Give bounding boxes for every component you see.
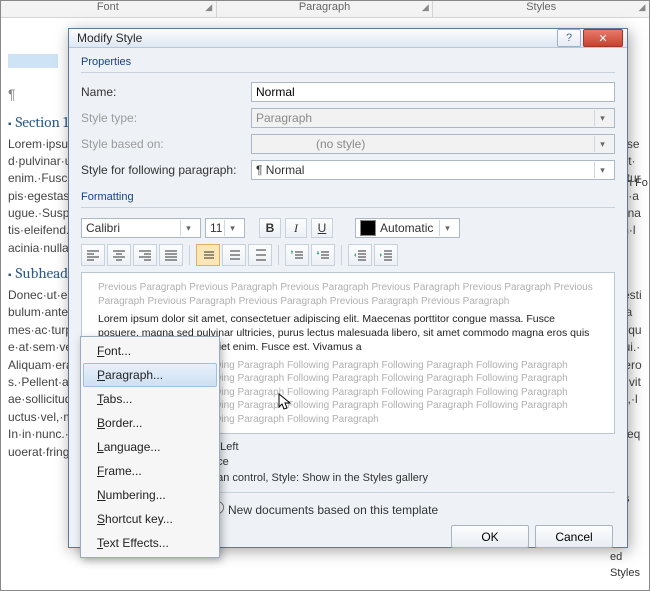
line-spacing-1.5-button[interactable]	[222, 244, 246, 266]
chevron-down-icon[interactable]: ▾	[180, 220, 196, 236]
para-space-increase-button[interactable]	[285, 244, 309, 266]
format-menu-item[interactable]: Paragraph...	[83, 363, 217, 387]
chevron-down-icon: ▾	[594, 136, 610, 152]
dialog-titlebar[interactable]: Modify Style ? ✕	[69, 29, 627, 48]
format-menu-item[interactable]: Font...	[83, 339, 217, 363]
ribbon-groups: Font◢ Paragraph◢ Styles◢	[0, 0, 650, 18]
ribbon-group-styles: Styles◢	[433, 0, 650, 17]
ok-button[interactable]: OK	[451, 525, 529, 548]
align-left-button[interactable]	[81, 244, 105, 266]
format-menu-item[interactable]: Numbering...	[83, 483, 217, 507]
dialog-launcher-icon[interactable]: ◢	[204, 2, 214, 12]
format-menu-item[interactable]: Shortcut key...	[83, 507, 217, 531]
chevron-down-icon[interactable]: ▾	[224, 220, 240, 236]
properties-section-label: Properties	[81, 56, 615, 68]
format-menu-popup: Font...Paragraph...Tabs...Border...Langu…	[80, 336, 220, 558]
format-menu-item[interactable]: Language...	[83, 435, 217, 459]
radio-new-documents[interactable]: New documents based on this template	[211, 501, 438, 517]
align-center-button[interactable]	[107, 244, 131, 266]
format-menu-item[interactable]: Frame...	[83, 459, 217, 483]
cancel-button[interactable]: Cancel	[535, 525, 613, 548]
align-justify-button[interactable]	[159, 244, 183, 266]
line-spacing-1-button[interactable]	[196, 244, 220, 266]
preview-ghost-before: Previous Paragraph Previous Paragraph Pr…	[98, 281, 598, 308]
format-menu-item[interactable]: Border...	[83, 411, 217, 435]
font-family-combo[interactable]: Calibri▾	[81, 218, 201, 238]
format-menu-item[interactable]: Tabs...	[83, 387, 217, 411]
line-spacing-2-button[interactable]	[248, 244, 272, 266]
format-menu-item[interactable]: Text Effects...	[83, 531, 217, 555]
color-swatch-icon	[360, 220, 376, 236]
align-right-button[interactable]	[133, 244, 157, 266]
name-label: Name:	[81, 85, 251, 99]
help-button[interactable]: ?	[557, 29, 581, 47]
pilcrow-icon: ¶	[8, 86, 16, 102]
formatting-section-label: Formatting	[81, 191, 615, 203]
para-space-decrease-button[interactable]	[311, 244, 335, 266]
ribbon-group-paragraph: Paragraph◢	[217, 0, 434, 17]
ribbon-group-font: Font◢	[0, 0, 217, 17]
font-color-combo[interactable]: Automatic▾	[355, 218, 460, 238]
style-type-combo: Paragraph▾	[251, 108, 615, 128]
style-based-on-combo: (no style)▾	[251, 134, 615, 154]
style-based-on-label: Style based on:	[81, 137, 251, 151]
style-type-label: Style type:	[81, 111, 251, 125]
font-size-combo[interactable]: 11▾	[205, 218, 245, 238]
indent-decrease-button[interactable]	[348, 244, 372, 266]
name-input[interactable]	[251, 82, 615, 102]
close-button[interactable]: ✕	[583, 29, 623, 47]
chevron-down-icon[interactable]: ▾	[594, 162, 610, 178]
chevron-down-icon[interactable]: ▾	[439, 220, 455, 236]
indent-increase-button[interactable]	[374, 244, 398, 266]
dialog-launcher-icon[interactable]: ◢	[420, 2, 430, 12]
italic-button[interactable]: I	[285, 218, 307, 238]
bold-button[interactable]: B	[259, 218, 281, 238]
style-following-label: Style for following paragraph:	[81, 163, 251, 177]
dialog-title: Modify Style	[77, 31, 555, 45]
selection-highlight	[8, 54, 58, 68]
style-following-combo[interactable]: ¶ Normal▾	[251, 160, 615, 180]
underline-button[interactable]: U	[311, 218, 333, 238]
dialog-launcher-icon[interactable]: ◢	[637, 2, 647, 12]
chevron-down-icon: ▾	[594, 110, 610, 126]
